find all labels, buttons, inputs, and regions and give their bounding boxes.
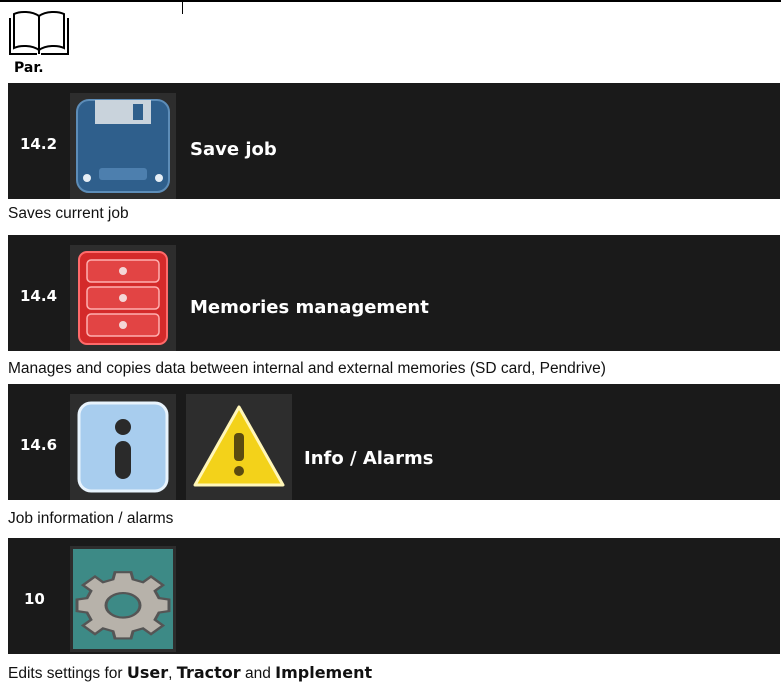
menu-row-save-job[interactable]: 14.2 Save job	[8, 83, 780, 199]
menu-title: Save job	[190, 139, 277, 160]
tractor-keyword: Tractor	[176, 663, 241, 682]
menu-row-settings[interactable]: 10	[8, 538, 780, 654]
memories-management-tile[interactable]	[70, 245, 176, 351]
save-job-tile[interactable]	[70, 93, 176, 199]
menu-description: Manages and copies data between internal…	[8, 360, 606, 377]
paragraph-number: 10	[24, 590, 45, 608]
menu-description: Job information / alarms	[8, 510, 174, 527]
floppy-disk-save-icon	[76, 99, 170, 193]
menu-row-info-alarms[interactable]: 14.6 Info / Alarms	[8, 384, 780, 500]
warning-icon	[193, 405, 285, 487]
par-column-label: Par.	[14, 60, 44, 76]
info-icon	[77, 401, 169, 493]
paragraph-number: 14.4	[20, 287, 58, 305]
menu-title: Info / Alarms	[304, 448, 434, 469]
implement-keyword: Implement	[275, 663, 373, 682]
user-keyword: User	[126, 663, 169, 682]
menu-row-memories-management[interactable]: 14.4 Memories management	[8, 235, 780, 351]
description-prefix: Edits settings for	[8, 665, 127, 682]
description-separator: and	[240, 665, 276, 682]
paragraph-number: 14.6	[20, 436, 58, 454]
paragraph-number: 14.2	[20, 135, 58, 153]
gear-settings-icon	[73, 549, 173, 649]
menu-title: Memories management	[190, 297, 429, 318]
memory-drawers-icon	[78, 251, 168, 345]
settings-tile[interactable]	[70, 546, 176, 652]
top-rule	[0, 0, 781, 2]
info-tile[interactable]	[70, 394, 176, 500]
description-separator: ,	[168, 665, 177, 682]
open-book-icon	[9, 10, 69, 55]
menu-description-settings: Edits settings for User, Tractor and Imp…	[8, 663, 372, 683]
menu-description: Saves current job	[8, 205, 129, 222]
alarms-tile[interactable]	[186, 394, 292, 500]
top-rule-tick	[182, 0, 183, 14]
